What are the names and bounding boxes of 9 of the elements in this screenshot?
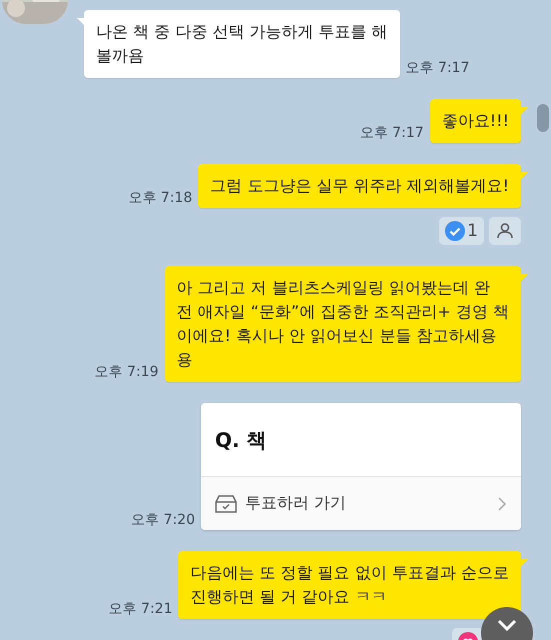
message-time: 오후 7:21 bbox=[108, 600, 172, 619]
message-time: 오후 7:18 bbox=[128, 189, 192, 208]
reaction-count: 1 bbox=[467, 221, 478, 241]
reaction-badge[interactable]: 1 bbox=[439, 217, 484, 245]
message-time: 오후 7:19 bbox=[94, 363, 158, 382]
message-time: 오후 7:20 bbox=[131, 511, 195, 530]
message-time: 오후 7:17 bbox=[406, 59, 470, 78]
vote-link[interactable]: 투표하러 가기 bbox=[201, 477, 521, 530]
message-time: 오후 7:17 bbox=[360, 124, 424, 143]
